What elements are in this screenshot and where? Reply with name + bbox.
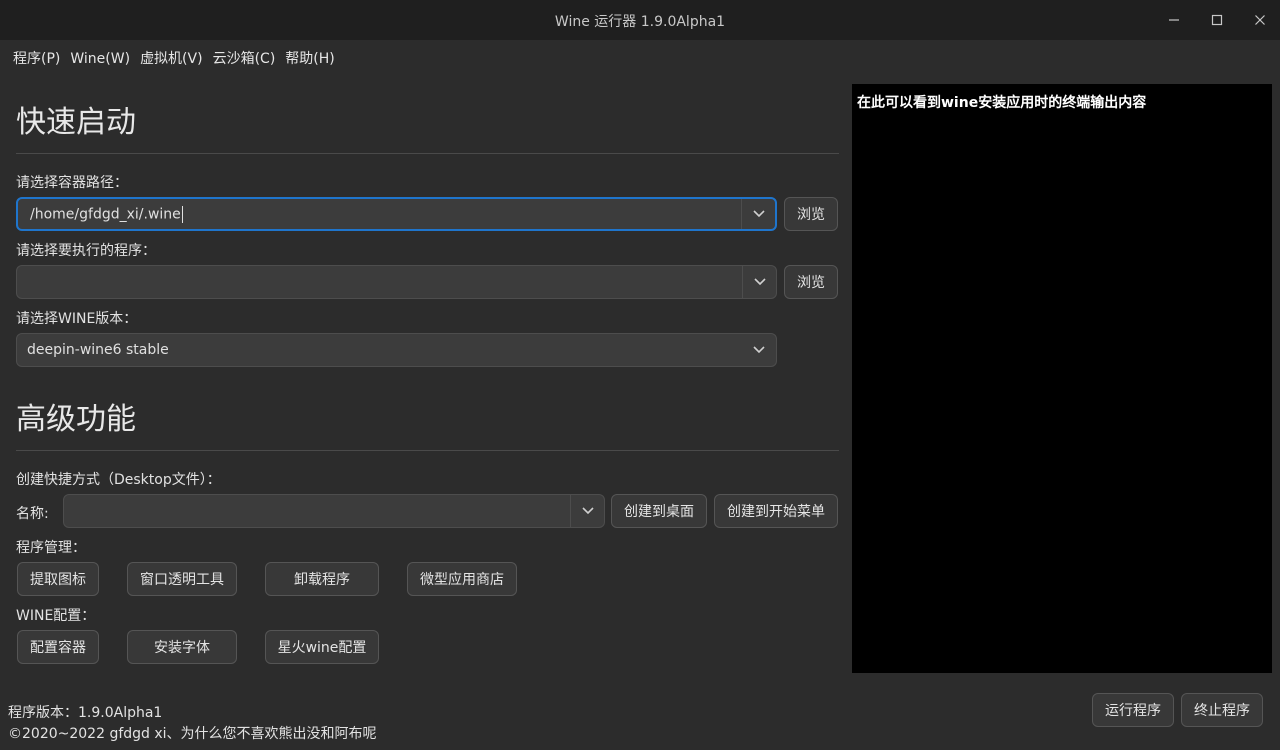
uninstall-program-button[interactable]: 卸载程序 <box>265 562 379 596</box>
wine-version-label: 请选择WINE版本： <box>16 311 138 327</box>
menu-help[interactable]: 帮助(H) <box>280 48 339 70</box>
menu-program[interactable]: 程序(P) <box>8 48 65 70</box>
container-path-input[interactable]: /home/gfdgd_xi/.wine <box>18 205 741 223</box>
close-button[interactable] <box>1240 6 1280 34</box>
shortcut-name-dropdown[interactable] <box>570 495 604 527</box>
version-text: 程序版本：1.9.0Alpha1 <box>8 705 163 721</box>
shortcut-name-combo[interactable] <box>63 494 605 528</box>
browse-program-button[interactable]: 浏览 <box>784 265 838 299</box>
program-combo[interactable] <box>16 265 777 299</box>
chevron-down-icon <box>752 345 766 355</box>
install-fonts-button[interactable]: 安装字体 <box>127 630 237 664</box>
spark-wine-config-button[interactable]: 星火wine配置 <box>265 630 379 664</box>
quick-start-heading: 快速启动 <box>16 105 136 140</box>
advanced-heading: 高级功能 <box>16 402 136 437</box>
terminal-output[interactable]: 在此可以看到wine安装应用时的终端输出内容 <box>852 84 1272 673</box>
wine-version-dropdown[interactable] <box>742 334 776 366</box>
configure-container-button[interactable]: 配置容器 <box>17 630 99 664</box>
chevron-down-icon <box>581 506 595 516</box>
mini-app-store-button[interactable]: 微型应用商店 <box>407 562 517 596</box>
menu-cloud-sandbox[interactable]: 云沙箱(C) <box>208 48 281 70</box>
menu-bar: 程序(P) Wine(W) 虚拟机(V) 云沙箱(C) 帮助(H) <box>8 48 340 70</box>
wine-config-label: WINE配置： <box>16 608 96 624</box>
divider <box>16 153 839 154</box>
name-label: 名称: <box>16 506 49 522</box>
stop-program-button[interactable]: 终止程序 <box>1181 693 1263 727</box>
maximize-button[interactable] <box>1197 6 1237 34</box>
extract-icon-button[interactable]: 提取图标 <box>17 562 99 596</box>
minimize-icon <box>1168 14 1180 26</box>
container-path-value: /home/gfdgd_xi/.wine <box>30 206 181 222</box>
menu-wine[interactable]: Wine(W) <box>65 48 135 70</box>
terminal-text: 在此可以看到wine安装应用时的终端输出内容 <box>857 95 1147 111</box>
program-management-label: 程序管理： <box>16 540 86 556</box>
wine-version-value: deepin-wine6 stable <box>27 342 169 358</box>
browse-container-button[interactable]: 浏览 <box>784 197 838 231</box>
menu-vm[interactable]: 虚拟机(V) <box>135 48 208 70</box>
copyright-text: ©2020~2022 gfdgd xi、为什么您不喜欢熊出没和阿布呢 <box>8 726 377 742</box>
text-cursor <box>181 205 183 223</box>
shortcut-label: 创建快捷方式（Desktop文件）： <box>16 472 221 488</box>
window-title: Wine 运行器 1.9.0Alpha1 <box>554 14 726 30</box>
create-desktop-button[interactable]: 创建到桌面 <box>611 494 707 528</box>
container-path-dropdown[interactable] <box>741 199 775 229</box>
close-icon <box>1254 14 1266 26</box>
minimize-button[interactable] <box>1154 6 1194 34</box>
title-bar: Wine 运行器 1.9.0Alpha1 <box>0 0 1280 40</box>
create-start-menu-button[interactable]: 创建到开始菜单 <box>714 494 838 528</box>
chevron-down-icon <box>752 209 766 219</box>
chevron-down-icon <box>753 277 767 287</box>
divider <box>16 450 839 451</box>
container-path-label: 请选择容器路径： <box>16 175 128 191</box>
wine-version-select[interactable]: deepin-wine6 stable <box>16 333 777 367</box>
window-transparency-button[interactable]: 窗口透明工具 <box>127 562 237 596</box>
maximize-icon <box>1211 14 1223 26</box>
program-dropdown[interactable] <box>742 266 776 298</box>
program-label: 请选择要执行的程序： <box>16 243 156 259</box>
run-program-button[interactable]: 运行程序 <box>1092 693 1174 727</box>
container-path-combo[interactable]: /home/gfdgd_xi/.wine <box>16 197 777 231</box>
